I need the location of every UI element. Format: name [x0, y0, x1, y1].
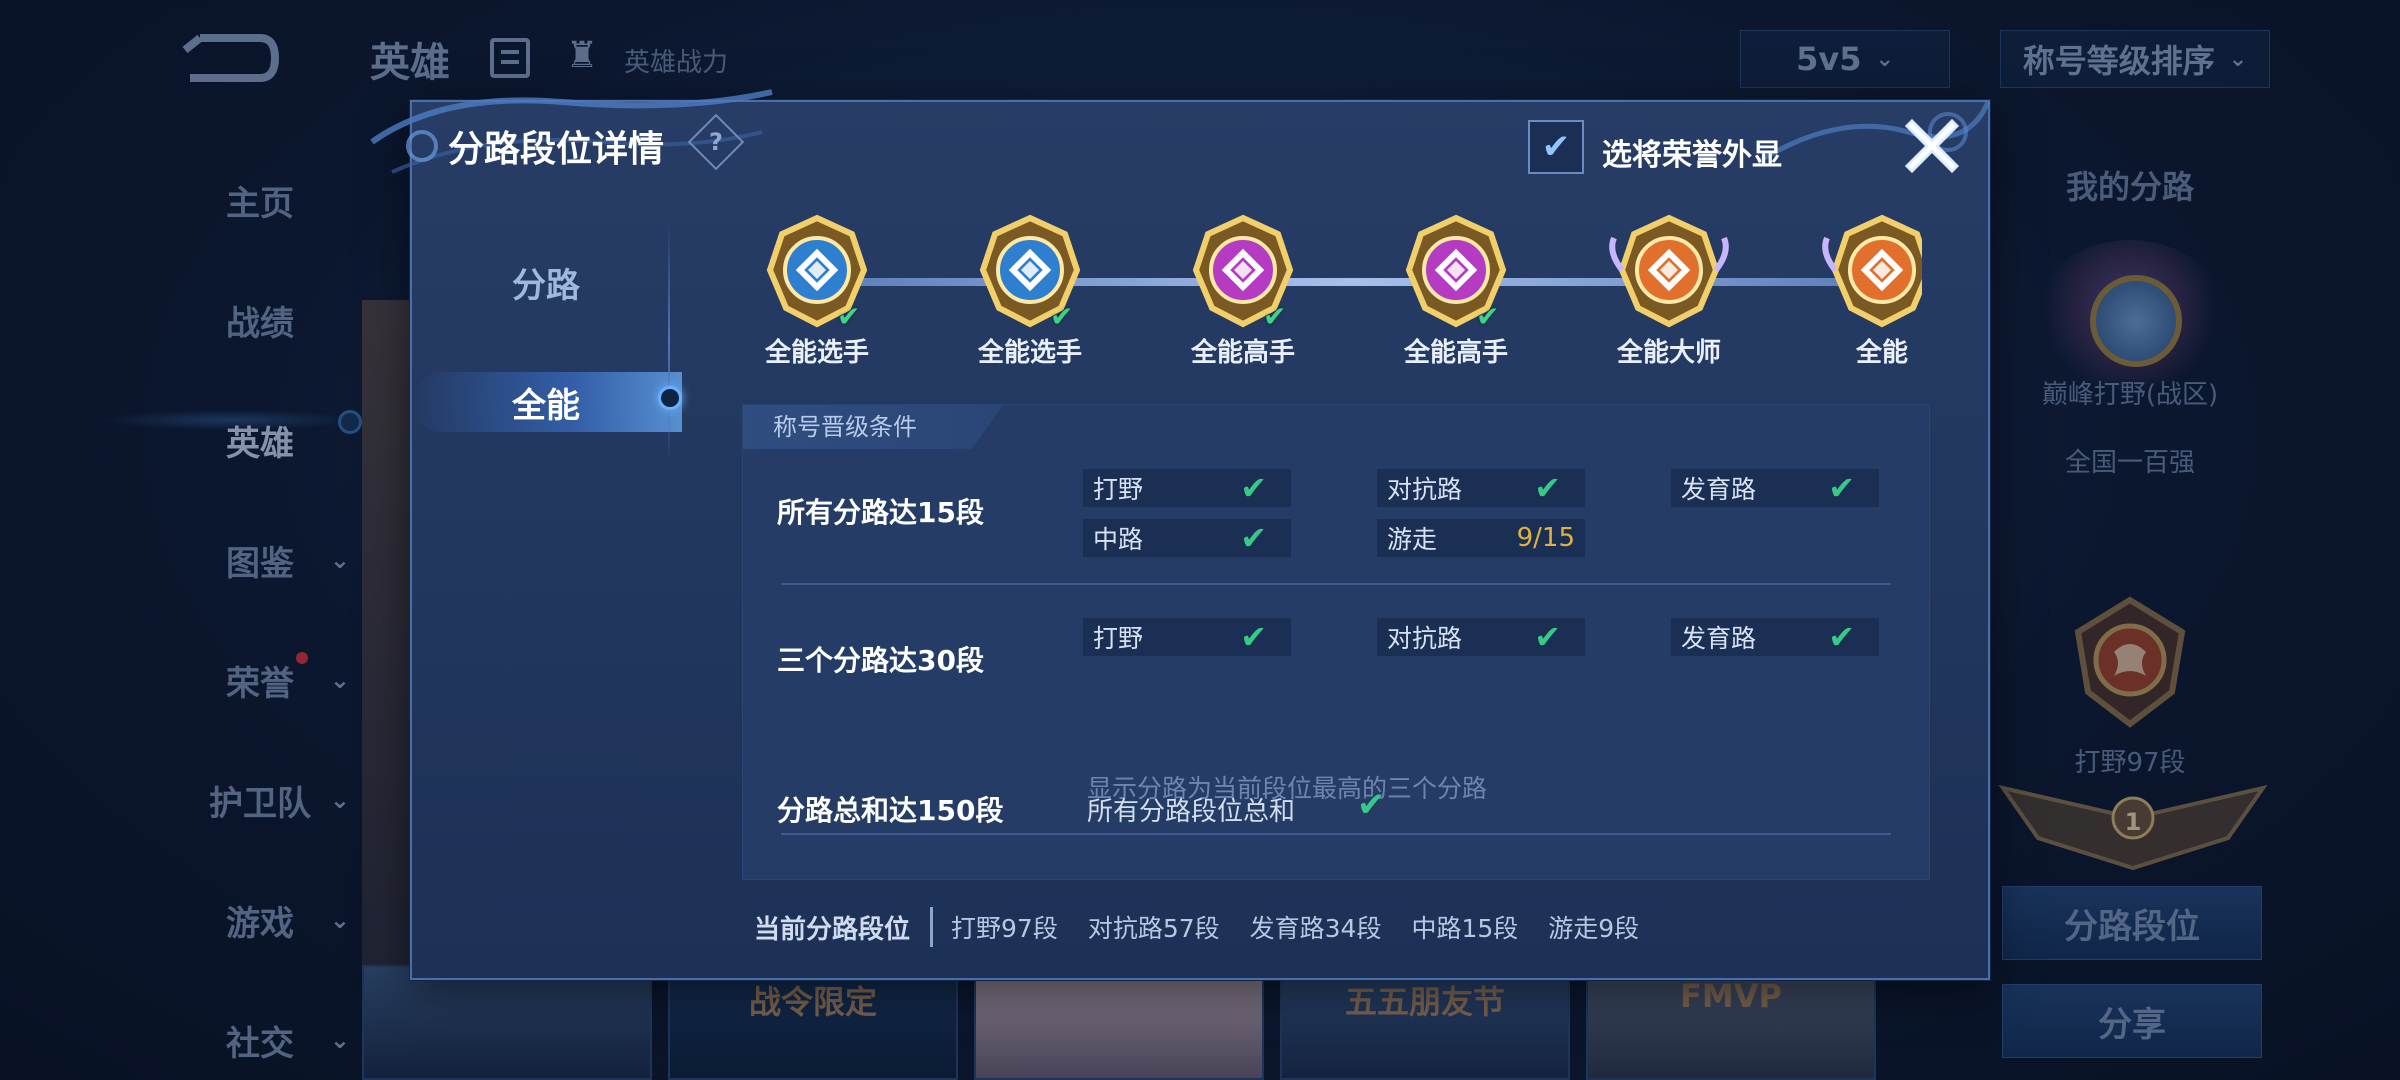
current-rank-item: 发育路34段 — [1249, 914, 1382, 943]
lane-rank-detail-dialog: 分路段位详情 ? 选将荣誉外显 分路 全能 ✔ 全能选手 ✔ 全能选手 ✔ 全能高手 ✔ 全能… — [370, 89, 1991, 980]
badge-name: 全能选手 — [977, 338, 1082, 367]
badge-check-icon: ✔ — [1476, 300, 1500, 333]
dialog-title: 分路段位详情 — [448, 129, 665, 170]
title-badge[interactable]: ✔ 全能选手 — [965, 212, 1095, 367]
tab-rail — [668, 222, 670, 462]
conditions-header: 称号晋级条件 — [743, 405, 1003, 449]
badge-name: 全能高手 — [1403, 338, 1508, 367]
lane-chip: 对抗路 ✔ — [1377, 618, 1585, 656]
dialog-tabs: 分路 全能 — [412, 222, 682, 462]
current-lane-ranks: 当前分路段位 打野97段 对抗路57段 发育路34段 中路15段 游走9段 — [754, 902, 1669, 952]
tab-active-dot — [658, 386, 682, 410]
condition-title: 所有分路达15段 — [777, 496, 984, 529]
lane-name: 打野 — [1093, 624, 1144, 653]
badge-emblem-icon — [766, 214, 868, 328]
badge-name: 全能选手 — [764, 338, 869, 367]
badge-emblem-icon — [979, 214, 1081, 328]
check-icon: ✔ — [1240, 469, 1267, 507]
current-rank-item: 中路15段 — [1411, 914, 1519, 943]
check-icon: ✔ — [1828, 618, 1855, 656]
badge-name: 全能 — [1855, 338, 1908, 367]
lane-name: 发育路 — [1681, 475, 1757, 504]
tab-lane[interactable]: 分路 — [412, 222, 682, 342]
badge-emblem-icon — [1405, 214, 1507, 328]
tab-label: 全能 — [512, 385, 580, 426]
lane-chip: 发育路 ✔ — [1671, 618, 1879, 656]
badge-check-icon: ✔ — [837, 300, 861, 333]
current-rank-item: 打野97段 — [951, 914, 1058, 943]
lane-name: 中路 — [1093, 525, 1144, 554]
honor-display-checkbox[interactable] — [1528, 120, 1584, 174]
title-badge-track[interactable]: ✔ 全能选手 ✔ 全能选手 ✔ 全能高手 ✔ 全能高手 全能大师 全能 — [742, 212, 1922, 367]
total-label: 所有分路段位总和 — [1087, 797, 1296, 827]
lane-chip: 游走 9/15 — [1377, 519, 1585, 557]
current-label: 当前分路段位 — [754, 914, 911, 945]
tab-label: 分路 — [512, 265, 580, 306]
condition-title: 三个分路达30段 — [777, 644, 984, 677]
title-badge[interactable]: ✔ 全能高手 — [1178, 212, 1308, 367]
title-badge[interactable]: 全能大师 — [1604, 212, 1734, 367]
badge-connector-line — [782, 278, 1922, 286]
lane-chip: 打野 ✔ — [1083, 469, 1291, 507]
lane-name: 游走 — [1387, 525, 1438, 554]
badge-emblem-icon — [1822, 214, 1922, 328]
lane-chip: 发育路 ✔ — [1671, 469, 1879, 507]
current-rank-item: 对抗路57段 — [1087, 914, 1220, 943]
help-icon[interactable]: ? — [687, 113, 745, 171]
badge-name: 全能高手 — [1190, 338, 1295, 367]
check-icon: ✔ — [1534, 618, 1561, 656]
honor-display-label[interactable]: 选将荣誉外显 — [1602, 130, 1782, 174]
badge-check-icon: ✔ — [1263, 300, 1287, 333]
lane-chip: 对抗路 ✔ — [1377, 469, 1585, 507]
check-icon: ✔ — [1240, 519, 1267, 557]
check-icon: ✔ — [1357, 785, 1386, 825]
conditions-panel: 称号晋级条件 所有分路达15段 打野 ✔ 对抗路 ✔ 发育路 ✔ 中路 ✔ 游走 — [742, 404, 1930, 880]
badge-emblem-icon — [1609, 214, 1729, 328]
title-badge[interactable]: ✔ 全能高手 — [1391, 212, 1521, 367]
divider — [781, 583, 1891, 585]
tab-all-round[interactable]: 全能 — [412, 342, 682, 462]
lane-name: 发育路 — [1681, 624, 1757, 653]
lane-name: 打野 — [1093, 475, 1144, 504]
help-glyph: ? — [709, 127, 723, 156]
lane-progress: 9/15 — [1516, 523, 1575, 553]
badge-check-icon: ✔ — [1050, 300, 1074, 333]
lane-chip: 中路 ✔ — [1083, 519, 1291, 557]
title-badge[interactable]: 全能 — [1817, 212, 1922, 367]
lane-name: 对抗路 — [1387, 624, 1463, 653]
lane-chip: 打野 ✔ — [1083, 618, 1291, 656]
check-icon: ✔ — [1534, 469, 1561, 507]
lane-name: 对抗路 — [1387, 475, 1463, 504]
divider — [781, 833, 1891, 835]
condition-title: 分路总和达150段 — [777, 794, 1004, 827]
check-icon: ✔ — [1240, 618, 1267, 656]
separator — [930, 907, 934, 947]
badge-name: 全能大师 — [1616, 338, 1721, 367]
close-icon[interactable] — [1900, 114, 1964, 178]
badge-emblem-icon — [1192, 214, 1294, 328]
title-badge[interactable]: ✔ 全能选手 — [752, 212, 882, 367]
current-rank-item: 游走9段 — [1548, 914, 1640, 943]
check-icon: ✔ — [1828, 469, 1855, 507]
